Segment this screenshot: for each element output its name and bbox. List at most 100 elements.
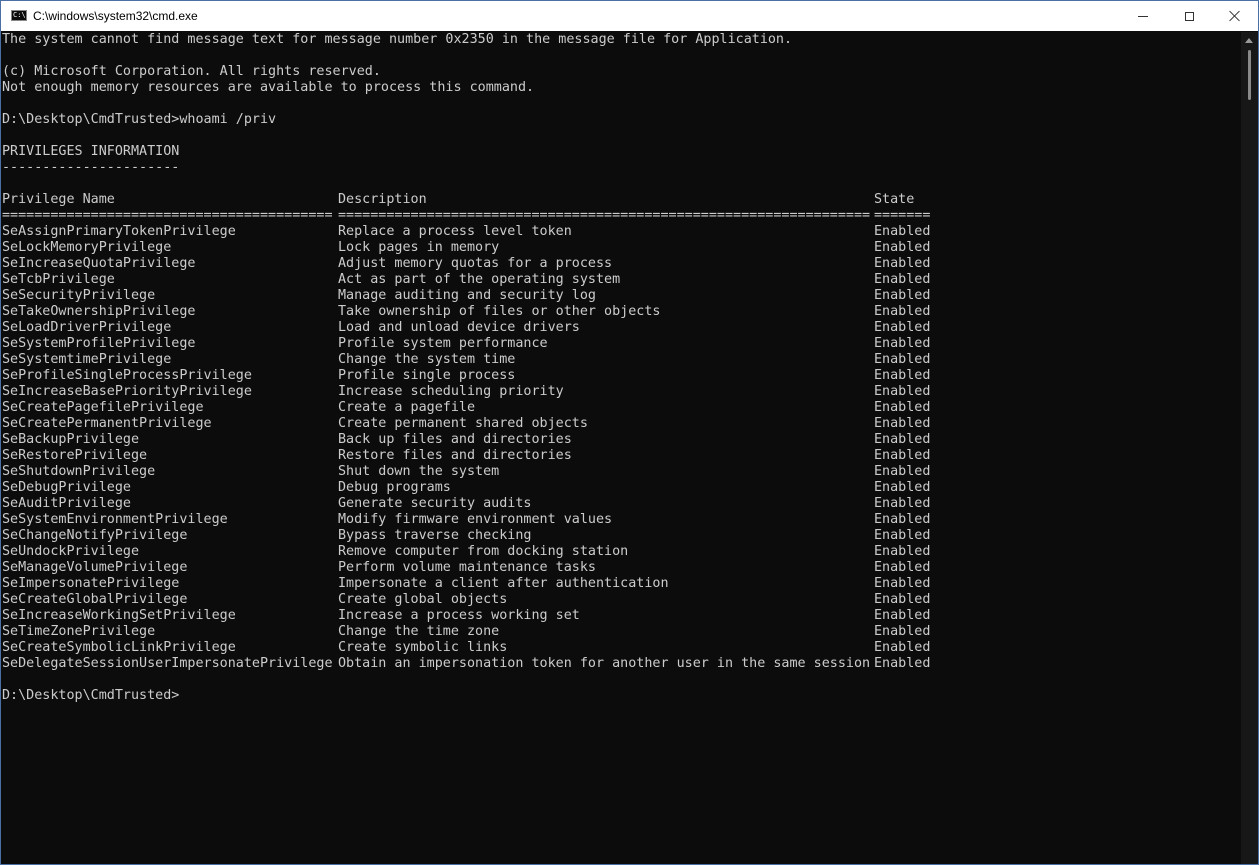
privilege-name: SeCreateGlobalPrivilege (2, 592, 188, 607)
privilege-description: Create a pagefile (338, 400, 476, 415)
privilege-description: Adjust memory quotas for a process (338, 256, 613, 271)
privilege-name: SeAssignPrimaryTokenPrivilege (2, 224, 236, 239)
privilege-description: Increase a process working set (338, 608, 580, 623)
app-icon-label: C:\. (13, 11, 30, 19)
privilege-description: Profile single process (338, 368, 516, 383)
section-heading: PRIVILEGES INFORMATION (2, 144, 180, 159)
console-output[interactable]: The system cannot find message text for … (2, 32, 1240, 864)
privilege-description: Create permanent shared objects (338, 416, 588, 431)
privilege-name: SeShutdownPrivilege (2, 464, 156, 479)
privilege-state: Enabled (874, 336, 931, 351)
privilege-name: SeIncreaseWorkingSetPrivilege (2, 608, 236, 623)
privilege-state: Enabled (874, 656, 931, 671)
privilege-state: Enabled (874, 432, 931, 447)
privilege-description: Back up files and directories (338, 432, 572, 447)
privilege-description: Perform volume maintenance tasks (338, 560, 596, 575)
privilege-name: SeSystemtimePrivilege (2, 352, 172, 367)
privilege-description: Take ownership of files or other objects (338, 304, 661, 319)
console-app-icon[interactable]: C:\. (11, 10, 30, 21)
privilege-name: SeManageVolumePrivilege (2, 560, 188, 575)
privilege-state: Enabled (874, 304, 931, 319)
privilege-description: Shut down the system (338, 464, 500, 479)
privilege-state: Enabled (874, 448, 931, 463)
privilege-state: Enabled (874, 464, 931, 479)
privilege-description: Restore files and directories (338, 448, 572, 463)
column-separator: ========================================… (338, 208, 871, 223)
section-underline: ---------------------- (2, 160, 180, 175)
privilege-description: Act as part of the operating system (338, 272, 621, 287)
privilege-state: Enabled (874, 544, 931, 559)
privilege-description: Change the time zone (338, 624, 500, 639)
privilege-description: Impersonate a client after authenticatio… (338, 576, 669, 591)
privilege-name: SeRestorePrivilege (2, 448, 148, 463)
privilege-name: SeIncreaseBasePriorityPrivilege (2, 384, 252, 399)
privilege-name: SeSystemProfilePrivilege (2, 336, 196, 351)
scroll-up-arrow-icon[interactable] (1245, 38, 1253, 43)
privilege-name: SeAuditPrivilege (2, 496, 131, 511)
vertical-scrollbar[interactable] (1241, 32, 1258, 864)
column-separator: ========================================… (2, 208, 333, 223)
command-prompt[interactable]: D:\Desktop\CmdTrusted> (2, 688, 179, 704)
privilege-description: Create global objects (338, 592, 508, 607)
privilege-name: SeImpersonatePrivilege (2, 576, 180, 591)
privilege-name: SeCreatePermanentPrivilege (2, 416, 212, 431)
privilege-state: Enabled (874, 608, 931, 623)
column-separator: ======= (874, 208, 931, 223)
maximize-button[interactable] (1166, 1, 1212, 31)
column-header-description: Description (338, 192, 427, 207)
privilege-name: SeSecurityPrivilege (2, 288, 156, 303)
console-line: The system cannot find message text for … (2, 32, 793, 47)
privilege-name: SeTakeOwnershipPrivilege (2, 304, 196, 319)
privilege-description: Generate security audits (338, 496, 532, 511)
privilege-name: SeUndockPrivilege (2, 544, 140, 559)
privilege-name: SeSystemEnvironmentPrivilege (2, 512, 228, 527)
privilege-state: Enabled (874, 352, 931, 367)
privilege-name: SeBackupPrivilege (2, 432, 140, 447)
window-title: C:\windows\system32\cmd.exe (33, 9, 198, 23)
privilege-description: Load and unload device drivers (338, 320, 580, 335)
scrollbar-thumb[interactable] (1248, 50, 1251, 100)
privilege-state: Enabled (874, 224, 931, 239)
privilege-name: SeDelegateSessionUserImpersonatePrivileg… (2, 656, 333, 671)
privilege-name: SeTimeZonePrivilege (2, 624, 156, 639)
title-bar[interactable]: C:\. C:\windows\system32\cmd.exe (1, 1, 1258, 31)
privilege-name: SeCreateSymbolicLinkPrivilege (2, 640, 236, 655)
privilege-description: Bypass traverse checking (338, 528, 532, 543)
privilege-name: SeProfileSingleProcessPrivilege (2, 368, 252, 383)
command-line: D:\Desktop\CmdTrusted>whoami /priv (2, 112, 277, 127)
privilege-state: Enabled (874, 576, 931, 591)
privilege-name: SeLoadDriverPrivilege (2, 320, 172, 335)
privilege-state: Enabled (874, 400, 931, 415)
privilege-name: SeCreatePagefilePrivilege (2, 400, 204, 415)
privilege-state: Enabled (874, 288, 931, 303)
privilege-state: Enabled (874, 528, 931, 543)
privilege-description: Profile system performance (338, 336, 548, 351)
privilege-description: Replace a process level token (338, 224, 572, 239)
privilege-description: Create symbolic links (338, 640, 508, 655)
close-button[interactable] (1212, 1, 1258, 31)
privilege-description: Remove computer from docking station (338, 544, 629, 559)
column-header-state: State (874, 192, 915, 207)
minimize-button[interactable] (1120, 1, 1166, 31)
privilege-description: Lock pages in memory (338, 240, 500, 255)
console-line: (c) Microsoft Corporation. All rights re… (2, 64, 381, 79)
privilege-state: Enabled (874, 384, 931, 399)
minimize-icon (1138, 15, 1148, 17)
privilege-state: Enabled (874, 496, 931, 511)
privilege-description: Change the system time (338, 352, 516, 367)
privilege-description: Debug programs (338, 480, 451, 495)
privilege-state: Enabled (874, 512, 931, 527)
privilege-state: Enabled (874, 368, 931, 383)
console-line: Not enough memory resources are availabl… (2, 80, 535, 95)
privilege-state: Enabled (874, 560, 931, 575)
privilege-state: Enabled (874, 416, 931, 431)
privilege-name: SeTcbPrivilege (2, 272, 115, 287)
privilege-name: SeDebugPrivilege (2, 480, 131, 495)
privilege-state: Enabled (874, 480, 931, 495)
column-header-privilege-name: Privilege Name (2, 192, 115, 207)
privilege-description: Obtain an impersonation token for anothe… (338, 656, 871, 671)
privilege-name: SeLockMemoryPrivilege (2, 240, 172, 255)
privilege-description: Manage auditing and security log (338, 288, 596, 303)
privilege-state: Enabled (874, 640, 931, 655)
cmd-window: C:\. C:\windows\system32\cmd.exe The sys… (0, 0, 1259, 865)
